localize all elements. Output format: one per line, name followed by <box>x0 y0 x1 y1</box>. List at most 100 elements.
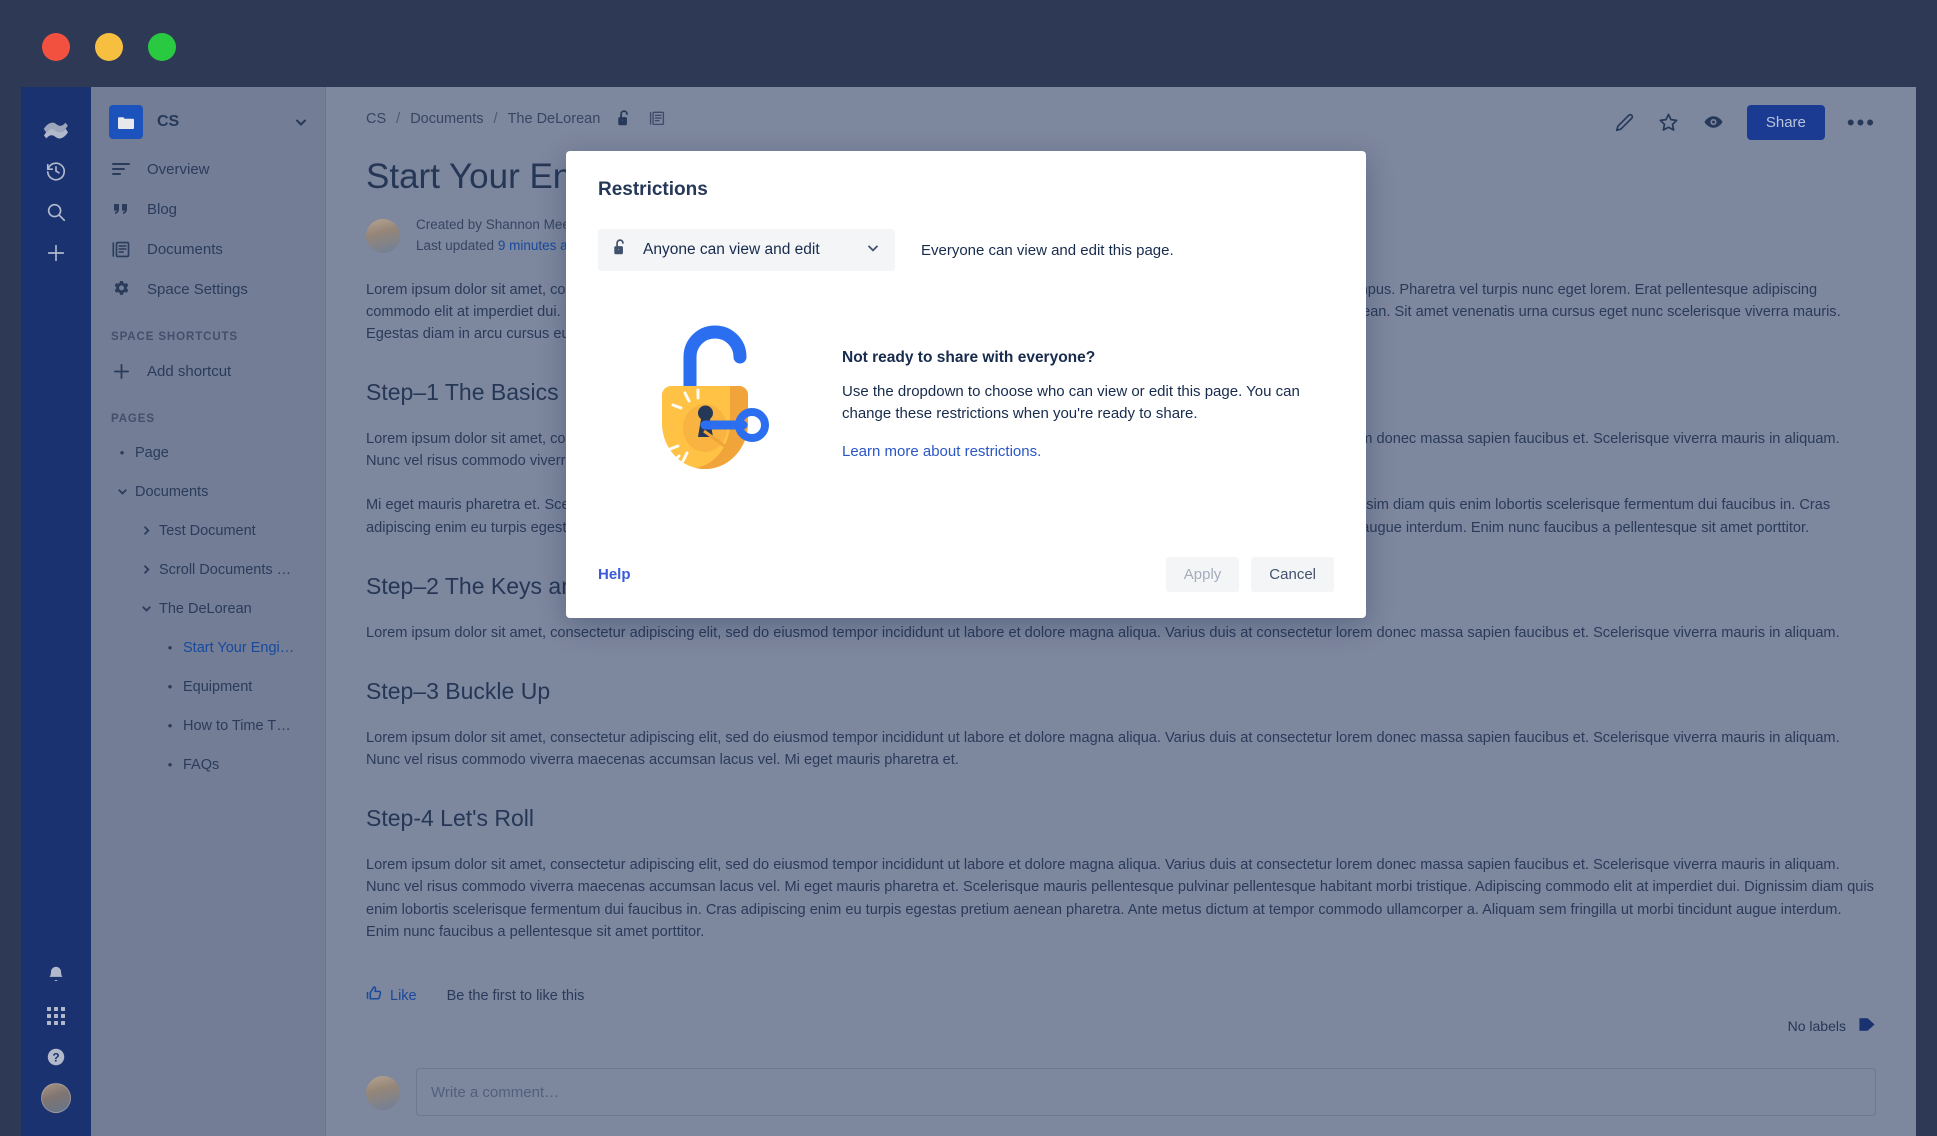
notifications-bell-icon[interactable] <box>21 954 91 995</box>
page-tree-label: Scroll Documents … <box>159 561 292 578</box>
caret-down-icon[interactable] <box>109 485 135 498</box>
gear-icon <box>111 280 131 299</box>
page-tree-item[interactable]: • How to Time T… <box>91 706 325 745</box>
blog-quote-icon <box>111 202 131 216</box>
caret-down-icon[interactable] <box>133 602 159 615</box>
content-top-bar: CS / Documents / The DeLorean Share ••• <box>326 87 1916 149</box>
help-question-icon[interactable]: ? <box>21 1036 91 1077</box>
last-updated-prefix: Last updated <box>416 237 498 253</box>
more-actions-button[interactable]: ••• <box>1847 111 1876 134</box>
page-document-icon[interactable] <box>649 110 665 127</box>
pages-label: PAGES <box>111 413 155 425</box>
search-icon[interactable] <box>21 191 91 232</box>
sidebar-item-blog[interactable]: Blog <box>91 189 325 229</box>
chevron-down-icon[interactable] <box>293 114 309 130</box>
open-padlock-with-key-illustration <box>632 313 802 493</box>
modal-illustration-block: Not ready to share with everyone? Use th… <box>598 271 1334 493</box>
space-header[interactable]: CS <box>91 87 325 149</box>
sidebar-item-label: Blog <box>147 200 178 218</box>
comment-input[interactable] <box>416 1068 1876 1116</box>
bullet-icon: • <box>167 679 173 694</box>
documents-icon <box>111 241 131 258</box>
labels-text: No labels <box>1787 1018 1846 1034</box>
close-window-button[interactable] <box>42 33 70 61</box>
like-status: Be the first to like this <box>446 987 585 1004</box>
page-tree-item[interactable]: • Page <box>91 433 325 472</box>
caret-right-icon[interactable] <box>133 563 159 576</box>
bullet-icon: • <box>119 445 125 460</box>
add-shortcut-label: Add shortcut <box>147 362 232 380</box>
commenter-avatar <box>366 1076 400 1110</box>
sidebar-item-label: Documents <box>147 240 223 258</box>
modal-illustration-body: Use the dropdown to choose who can view … <box>842 383 1300 422</box>
restrictions-modal: Restrictions Anyone can view and edit Ev… <box>566 151 1366 618</box>
learn-more-link[interactable]: Learn more about restrictions. <box>842 443 1041 460</box>
like-label: Like <box>390 987 417 1004</box>
traffic-lights <box>42 33 176 61</box>
bullet-icon: • <box>167 640 173 655</box>
page-tree-label: Page <box>135 444 169 461</box>
apply-button[interactable]: Apply <box>1165 557 1240 592</box>
restriction-select[interactable]: Anyone can view and edit <box>598 229 895 271</box>
page-tree-label: FAQs <box>183 756 220 773</box>
profile-avatar[interactable] <box>21 1077 91 1118</box>
help-link[interactable]: Help <box>598 566 631 583</box>
zoom-window-button[interactable] <box>148 33 176 61</box>
share-button[interactable]: Share <box>1746 105 1825 140</box>
eye-watch-icon[interactable] <box>1702 111 1725 134</box>
create-plus-icon[interactable] <box>21 232 91 273</box>
section-paragraph: Lorem ipsum dolor sit amet, consectetur … <box>366 729 1840 769</box>
modal-illustration-text: Not ready to share with everyone? Use th… <box>842 345 1312 461</box>
breadcrumb-item-delorean[interactable]: The DeLorean <box>508 111 601 127</box>
confluence-app: ? CS Overview Blog Documents Space Setti… <box>21 87 1916 1136</box>
edit-pencil-icon[interactable] <box>1613 112 1635 134</box>
modal-title: Restrictions <box>598 179 708 200</box>
sidebar-item-documents[interactable]: Documents <box>91 229 325 269</box>
unlocked-padlock-icon[interactable] <box>616 109 633 128</box>
page-tree-item[interactable]: Test Document <box>91 511 325 550</box>
svg-text:?: ? <box>52 1050 59 1064</box>
comment-row <box>326 1036 1916 1116</box>
page-tree-label: Documents <box>135 483 209 500</box>
space-name: CS <box>157 113 180 130</box>
chevron-down-icon <box>865 240 881 261</box>
modal-controls: Anyone can view and edit Everyone can vi… <box>598 229 1334 271</box>
page-tree-label: Equipment <box>183 678 253 695</box>
breadcrumb: CS / Documents / The DeLorean <box>366 109 665 128</box>
author-avatar <box>366 218 400 253</box>
overview-lines-icon <box>111 162 131 176</box>
star-watch-icon[interactable] <box>1657 111 1680 134</box>
recent-history-icon[interactable] <box>21 150 91 191</box>
page-tree-item[interactable]: • Equipment <box>91 667 325 706</box>
like-button[interactable]: Like <box>366 985 417 1006</box>
breadcrumb-item-documents[interactable]: Documents <box>410 111 483 127</box>
modal-footer-buttons: Apply Cancel <box>1165 557 1334 592</box>
space-sidebar: CS Overview Blog Documents Space Setting… <box>91 87 326 1136</box>
breadcrumb-item-space[interactable]: CS <box>366 111 386 127</box>
global-app-rail: ? <box>21 87 91 1136</box>
tag-icon[interactable] <box>1858 1016 1876 1036</box>
modal-footer: Help Apply Cancel <box>598 557 1334 618</box>
app-switcher-grid-icon[interactable] <box>21 995 91 1036</box>
section-heading: Step-4 Let's Roll <box>366 805 535 832</box>
space-folder-icon <box>109 105 143 139</box>
caret-right-icon[interactable] <box>133 524 159 537</box>
sidebar-item-label: Overview <box>147 160 210 178</box>
sidebar-item-overview[interactable]: Overview <box>91 149 325 189</box>
restriction-select-value: Anyone can view and edit <box>643 241 820 258</box>
add-shortcut-button[interactable]: Add shortcut <box>91 351 325 391</box>
minimize-window-button[interactable] <box>95 33 123 61</box>
page-tree-item[interactable]: Documents <box>91 472 325 511</box>
page-tree-label: Start Your Engi… <box>183 639 295 656</box>
bullet-icon: • <box>167 757 173 772</box>
cancel-button[interactable]: Cancel <box>1251 557 1334 592</box>
page-tree-item[interactable]: Scroll Documents … <box>91 550 325 589</box>
section-heading: Step–3 Buckle Up <box>366 677 551 704</box>
space-shortcuts-label: SPACE SHORTCUTS <box>111 331 239 343</box>
page-tree-item[interactable]: • Start Your Engi… <box>91 628 325 667</box>
sidebar-item-space-settings[interactable]: Space Settings <box>91 269 325 309</box>
labels-row[interactable]: No labels <box>326 1006 1916 1036</box>
confluence-logo-icon[interactable] <box>21 109 91 150</box>
page-tree-item[interactable]: • FAQs <box>91 745 325 784</box>
page-tree-item[interactable]: The DeLorean <box>91 589 325 628</box>
